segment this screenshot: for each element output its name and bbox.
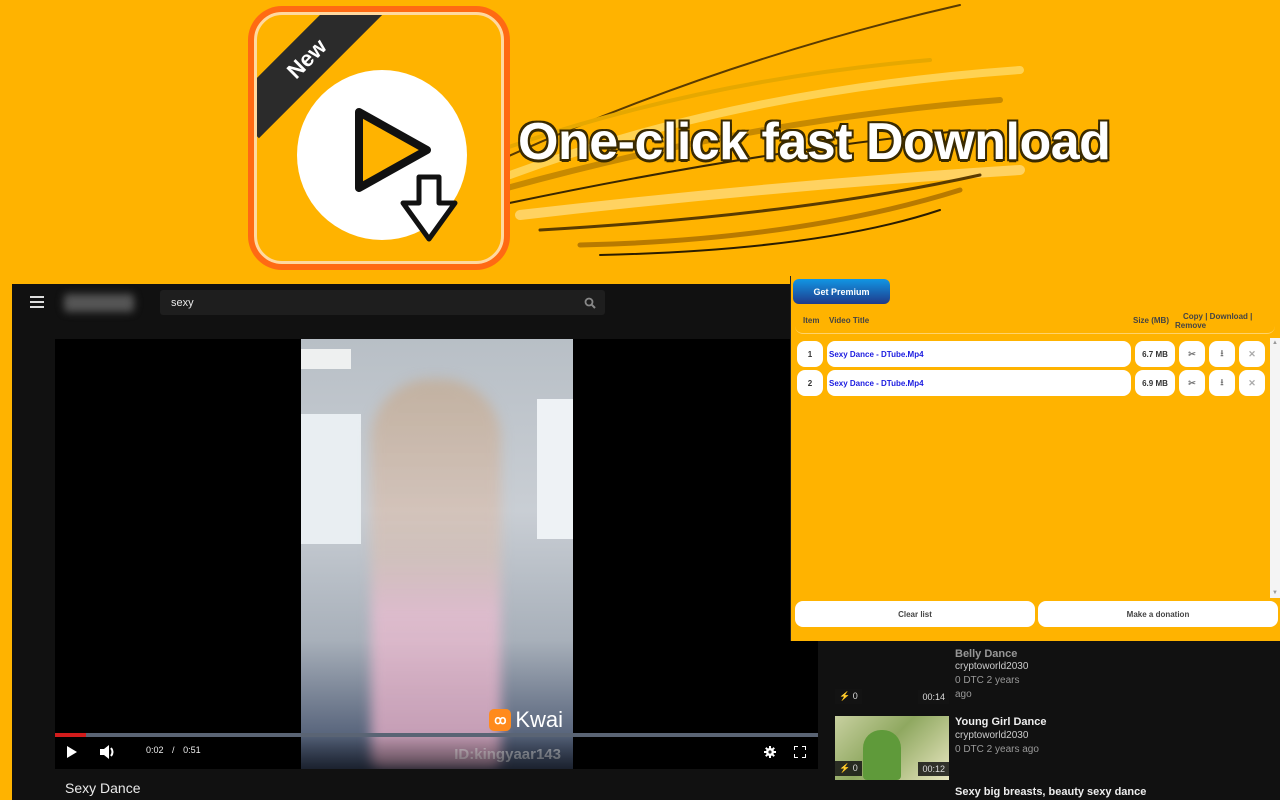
download-row: 1 Sexy Dance - DTube.Mp4 6.7 MB ✂ ⭳ ✕ <box>797 341 1269 367</box>
votes-badge: ⚡ 0 <box>835 689 862 704</box>
fullscreen-icon <box>794 746 806 758</box>
search-bar <box>160 290 605 315</box>
clear-list-button[interactable]: Clear list <box>795 601 1035 627</box>
duration: 0:51 <box>183 745 201 755</box>
scissors-icon: ✂ <box>1188 377 1196 388</box>
header-title: Video Title <box>829 316 870 325</box>
related-video-item[interactable]: ⚡ 0 00:14 Belly Dance cryptoworld2030 0 … <box>835 644 1255 708</box>
related-meta: 0 DTC 2 years <box>955 675 1020 686</box>
seek-bar-progress <box>55 733 86 737</box>
donate-button[interactable]: Make a donation <box>1038 601 1278 627</box>
time-display: 0:02 / 0:51 <box>146 745 201 755</box>
row-number: 2 <box>797 370 823 396</box>
header-actions-cont: Remove <box>1175 321 1207 330</box>
related-title[interactable]: Young Girl Dance <box>955 716 1046 728</box>
video-title: Sexy Dance <box>65 780 141 796</box>
kwai-logo-icon: ꝏ <box>489 709 512 731</box>
row-title[interactable]: Sexy Dance - DTube.Mp4 <box>827 370 1131 396</box>
get-premium-button[interactable]: Get Premium <box>793 279 890 304</box>
video-thumbnail[interactable]: ⚡ 0 00:14 <box>835 644 949 708</box>
related-video-item[interactable]: ⚡ 0 00:12 Young Girl Dance cryptoworld20… <box>835 716 1255 780</box>
close-icon: ✕ <box>1248 377 1256 388</box>
volume-button[interactable] <box>99 743 117 761</box>
related-title[interactable]: Sexy big breasts, beauty sexy dance <box>955 786 1146 798</box>
fullscreen-button[interactable] <box>793 743 807 761</box>
row-title[interactable]: Sexy Dance - DTube.Mp4 <box>827 341 1131 367</box>
search-icon[interactable] <box>579 292 601 314</box>
menu-icon[interactable] <box>30 296 44 308</box>
header-size: Size (MB) <box>1133 316 1169 325</box>
related-title[interactable]: Belly Dance <box>955 648 1017 660</box>
copy-button[interactable]: ✂ <box>1179 341 1205 367</box>
frame-bg-window <box>537 399 573 539</box>
related-meta-cont: ago <box>955 689 972 700</box>
close-icon: ✕ <box>1248 348 1256 359</box>
video-frame[interactable]: ꝏ Kwai ID:kingyaar143 <box>301 339 573 769</box>
remove-button[interactable]: ✕ <box>1239 341 1265 367</box>
thumbnail-subject-shape <box>863 730 901 780</box>
download-button[interactable]: ⭳ <box>1209 341 1235 367</box>
video-player[interactable]: ꝏ Kwai ID:kingyaar143 0:02 / 0:51 <box>55 339 818 769</box>
download-row: 2 Sexy Dance - DTube.Mp4 6.9 MB ✂ ⭳ ✕ <box>797 370 1269 396</box>
time-separator: / <box>172 745 175 755</box>
list-scrollbar[interactable]: ▲ ▼ <box>1270 338 1280 598</box>
related-video-item[interactable]: Sexy big breasts, beauty sexy dance <box>835 786 1255 800</box>
remove-button[interactable]: ✕ <box>1239 370 1265 396</box>
download-icon: ⭳ <box>1220 348 1224 358</box>
frame-bg-window <box>301 414 361 544</box>
current-time: 0:02 <box>146 745 164 755</box>
player-controls: 0:02 / 0:51 <box>55 733 818 769</box>
header-item: Item <box>803 316 820 325</box>
site-logo-blurred[interactable] <box>64 294 134 312</box>
row-size: 6.7 MB <box>1135 341 1175 367</box>
download-button[interactable]: ⭳ <box>1209 370 1235 396</box>
seek-bar[interactable] <box>55 733 818 737</box>
promo-banner: New One-click fast Download <box>0 0 1280 282</box>
related-channel[interactable]: cryptoworld2030 <box>955 661 1028 672</box>
row-size: 6.9 MB <box>1135 370 1175 396</box>
downloader-popup: Get Premium Item Video Title Size (MB) C… <box>790 276 1280 641</box>
row-number: 1 <box>797 341 823 367</box>
duration-badge: 00:12 <box>918 762 949 776</box>
new-label: New <box>281 33 332 84</box>
scissors-icon: ✂ <box>1188 348 1196 359</box>
list-header: Item Video Title Size (MB) Copy | Downlo… <box>795 309 1275 334</box>
volume-icon <box>100 745 114 759</box>
play-button[interactable] <box>65 743 79 761</box>
download-icon: ⭳ <box>1220 377 1224 387</box>
search-input[interactable] <box>160 296 579 309</box>
kwai-brand: Kwai <box>515 707 563 732</box>
download-list: 1 Sexy Dance - DTube.Mp4 6.7 MB ✂ ⭳ ✕ 2 … <box>791 338 1269 598</box>
votes-badge: ⚡ 0 <box>835 761 862 776</box>
frame-bg-shape <box>301 349 351 369</box>
related-meta: 0 DTC 2 years ago <box>955 744 1039 755</box>
app-icon: New <box>248 6 510 270</box>
frame-subject-silhouette <box>371 379 501 769</box>
video-thumbnail[interactable]: ⚡ 0 00:12 <box>835 716 949 780</box>
header-actions: Copy | Download | <box>1183 312 1253 321</box>
scroll-down-icon[interactable]: ▼ <box>1272 590 1278 596</box>
gear-icon <box>764 746 776 758</box>
related-channel[interactable]: cryptoworld2030 <box>955 730 1028 741</box>
download-arrow-icon <box>400 174 458 242</box>
kwai-watermark: ꝏ Kwai <box>489 707 563 733</box>
tagline: One-click fast Download <box>518 113 1111 171</box>
copy-button[interactable]: ✂ <box>1179 370 1205 396</box>
settings-button[interactable] <box>763 743 777 761</box>
duration-badge: 00:14 <box>918 690 949 704</box>
scroll-up-icon[interactable]: ▲ <box>1272 340 1278 346</box>
